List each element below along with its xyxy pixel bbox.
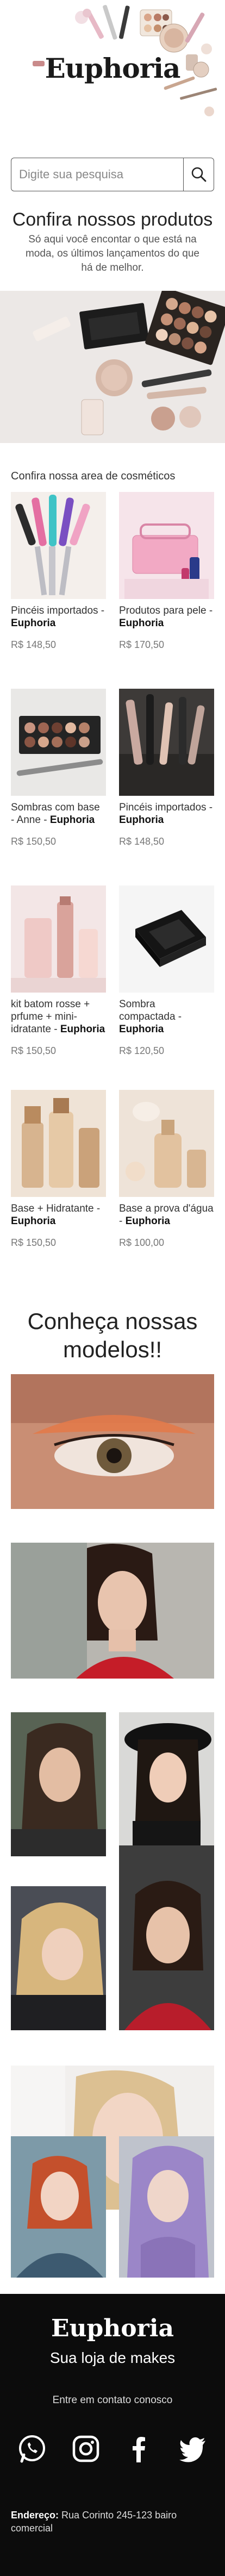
product-brand: Euphoria [11,618,56,629]
product-name: Produtos para pele - [119,605,213,616]
product-price: R$ 120,50 [119,1045,165,1056]
product-brand: Euphoria [125,1215,170,1227]
product-card[interactable]: Sombra compactada - Euphoria R$ 120,50 [119,885,214,1057]
product-image-brushes [11,492,106,599]
instagram-icon[interactable] [70,2432,102,2465]
product-card[interactable]: Sombras com base - Anne - Euphoria R$ 15… [11,689,106,847]
footer: Euphoria Sua loja de makes Entre em cont… [0,2294,225,2576]
products-banner-image [0,291,225,443]
product-image-skincare [119,492,214,599]
model-photo-4 [119,1845,214,2030]
product-card[interactable]: Base + Hidratante - Euphoria R$ 150,50 [11,1090,106,1249]
product-card[interactable]: Base a prova d'água - Euphoria R$ 100,00 [119,1090,214,1249]
product-brand: Euphoria [11,1215,56,1227]
model-photo-red-dress [11,1543,214,1679]
search-bar [11,158,214,191]
model-photo-5 [11,2136,106,2278]
footer-tagline: Sua loja de makes [49,2349,176,2366]
product-price: R$ 150,50 [11,1237,57,1248]
product-brand: Euphoria [60,1024,105,1035]
product-brand: Euphoria [49,814,95,826]
product-card[interactable]: Pincéis importados - Euphoria R$ 148,50 [11,492,106,651]
product-name: Sombra compactada - [119,999,182,1022]
footer-brand[interactable]: Euphoria [0,2315,225,2342]
product-brand: Euphoria [119,814,164,826]
product-image-compact [119,885,214,993]
social-links [0,2432,225,2465]
product-image-brushes-dark [119,689,214,796]
model-photo-3 [11,1886,106,2030]
model-photo-6 [119,2136,214,2278]
product-name: Pincéis importados - [119,802,213,813]
brand-logo[interactable]: Euphoria [0,52,225,84]
models-title: Conheça nossas modelos!! [27,1308,198,1362]
address-label: Endereço: [11,2510,59,2521]
product-price: R$ 150,50 [11,1045,57,1056]
product-price: R$ 170,50 [119,639,165,650]
product-card[interactable]: Pincéis importados - Euphoria R$ 148,50 [119,689,214,847]
intro-text: Só aqui você encontar o que está na moda… [25,234,199,273]
product-name: Pincéis importados - [11,605,105,616]
catalog-title: Confira nossa area de cosméticos [11,470,176,482]
search-input[interactable] [11,158,183,191]
product-brand: Euphoria [119,1024,164,1035]
product-price: R$ 148,50 [119,836,165,847]
product-price: R$ 150,50 [11,836,57,847]
model-photo-2 [119,1712,214,1856]
product-image-eyeshadow [11,689,106,796]
twitter-icon[interactable] [177,2432,209,2465]
hero-header: Euphoria [0,0,225,146]
product-price: R$ 148,50 [11,639,57,650]
product-image-foundation [11,1090,106,1197]
facebook-icon[interactable] [123,2432,155,2465]
product-card[interactable]: kit batom rosse + prfume + mini-idratant… [11,885,106,1057]
product-price: R$ 100,00 [119,1237,165,1248]
product-name: Base + Hidratante - [11,1203,101,1214]
product-image-waterproof-base [119,1090,214,1197]
model-photo-1 [11,1712,106,1856]
model-photo-eye [11,1374,214,1509]
product-image-lipstick-kit [11,885,106,993]
whatsapp-icon[interactable] [16,2432,48,2465]
search-button[interactable] [183,158,214,191]
footer-contact-text: Entre em contato conosco [52,2394,173,2406]
footer-address: Endereço: Rua Corinto 245-123 bairo come… [11,2509,207,2535]
search-icon [191,167,206,182]
intro-title: Confira nossos produtos [12,209,213,230]
product-brand: Euphoria [119,618,164,629]
product-card[interactable]: Produtos para pele - Euphoria R$ 170,50 [119,492,214,651]
